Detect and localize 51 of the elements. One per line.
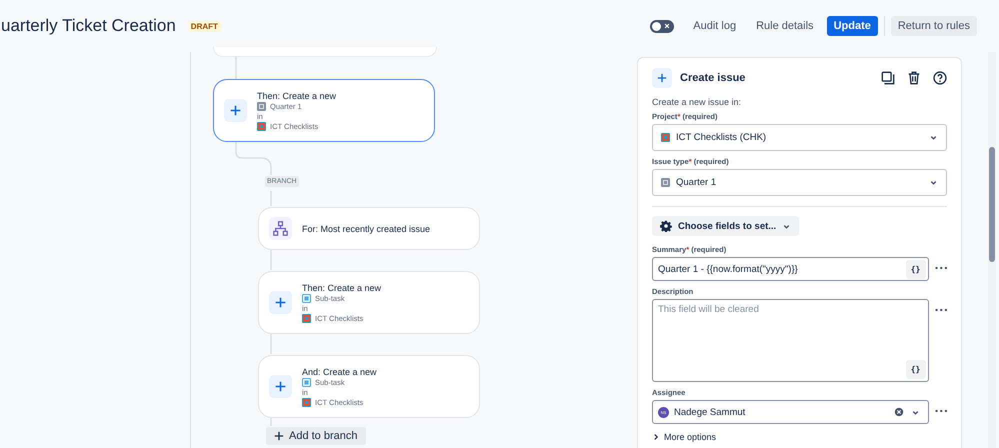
- scrollbar[interactable]: [988, 52, 996, 448]
- add-icon: [652, 68, 672, 88]
- more-icon[interactable]: [934, 266, 947, 270]
- issue-type-icon: [302, 294, 311, 302]
- add-icon: [269, 291, 292, 314]
- project-icon: [302, 314, 311, 322]
- clear-icon[interactable]: [894, 407, 904, 417]
- header-button[interactable]: Rule details: [749, 16, 821, 36]
- chevron-right-icon: [652, 433, 660, 441]
- project-icon: [257, 122, 266, 130]
- plus-icon: [274, 431, 284, 441]
- header-button[interactable]: Update: [826, 16, 878, 36]
- chevron-down-icon: [929, 178, 938, 187]
- description-field[interactable]: This field will be cleared {}: [652, 299, 929, 382]
- add-icon: [269, 375, 292, 398]
- flow-node[interactable]: For: Most recently created issue: [258, 207, 480, 250]
- chevron-down-icon: [929, 133, 938, 142]
- rule-toggle[interactable]: [650, 20, 674, 32]
- node-title: For: Most recently created issue: [302, 224, 430, 234]
- add-icon: [224, 99, 247, 122]
- issue-type-icon: [257, 102, 266, 110]
- panel-title: Create issue: [680, 72, 746, 84]
- project-icon: [302, 398, 311, 406]
- node-title: Then: Create a new: [302, 282, 382, 292]
- select-field[interactable]: ICT Checklists (CHK): [652, 124, 947, 151]
- more-icon[interactable]: [934, 308, 947, 312]
- add-to-branch-button[interactable]: Add to branch: [266, 427, 366, 445]
- connector-line: [235, 142, 272, 175]
- smart-value-button[interactable]: {}: [906, 260, 926, 278]
- help-icon[interactable]: [933, 71, 947, 85]
- status-badge: DRAFT: [188, 20, 221, 32]
- node-title: Then: Create a new: [257, 90, 336, 100]
- gear-icon: [660, 220, 672, 232]
- panel-intro: Create a new issue in:: [652, 97, 742, 107]
- smart-value-button[interactable]: {}: [906, 360, 926, 379]
- more-options-toggle[interactable]: More options: [652, 432, 716, 442]
- header-button[interactable]: Return to rules: [890, 16, 977, 36]
- rule-title: uarterly Ticket Creation: [1, 16, 176, 36]
- copy-icon[interactable]: [881, 71, 895, 85]
- summary-field[interactable]: Quarter 1 - {{now.format("yyyy")}} {}: [652, 257, 929, 281]
- hierarchy-icon: [269, 217, 292, 240]
- trash-icon[interactable]: [907, 71, 921, 85]
- select-field[interactable]: Quarter 1: [652, 169, 947, 196]
- issue-type-icon: [302, 378, 311, 386]
- field-value-icon: [661, 133, 670, 142]
- choose-fields-button[interactable]: Choose fields to set...: [652, 216, 800, 236]
- node-title: And: Create a new: [302, 366, 377, 376]
- more-icon[interactable]: [934, 409, 947, 413]
- x-icon: [664, 23, 670, 29]
- field-value-icon: [661, 178, 670, 187]
- header-button[interactable]: Audit log: [686, 16, 744, 36]
